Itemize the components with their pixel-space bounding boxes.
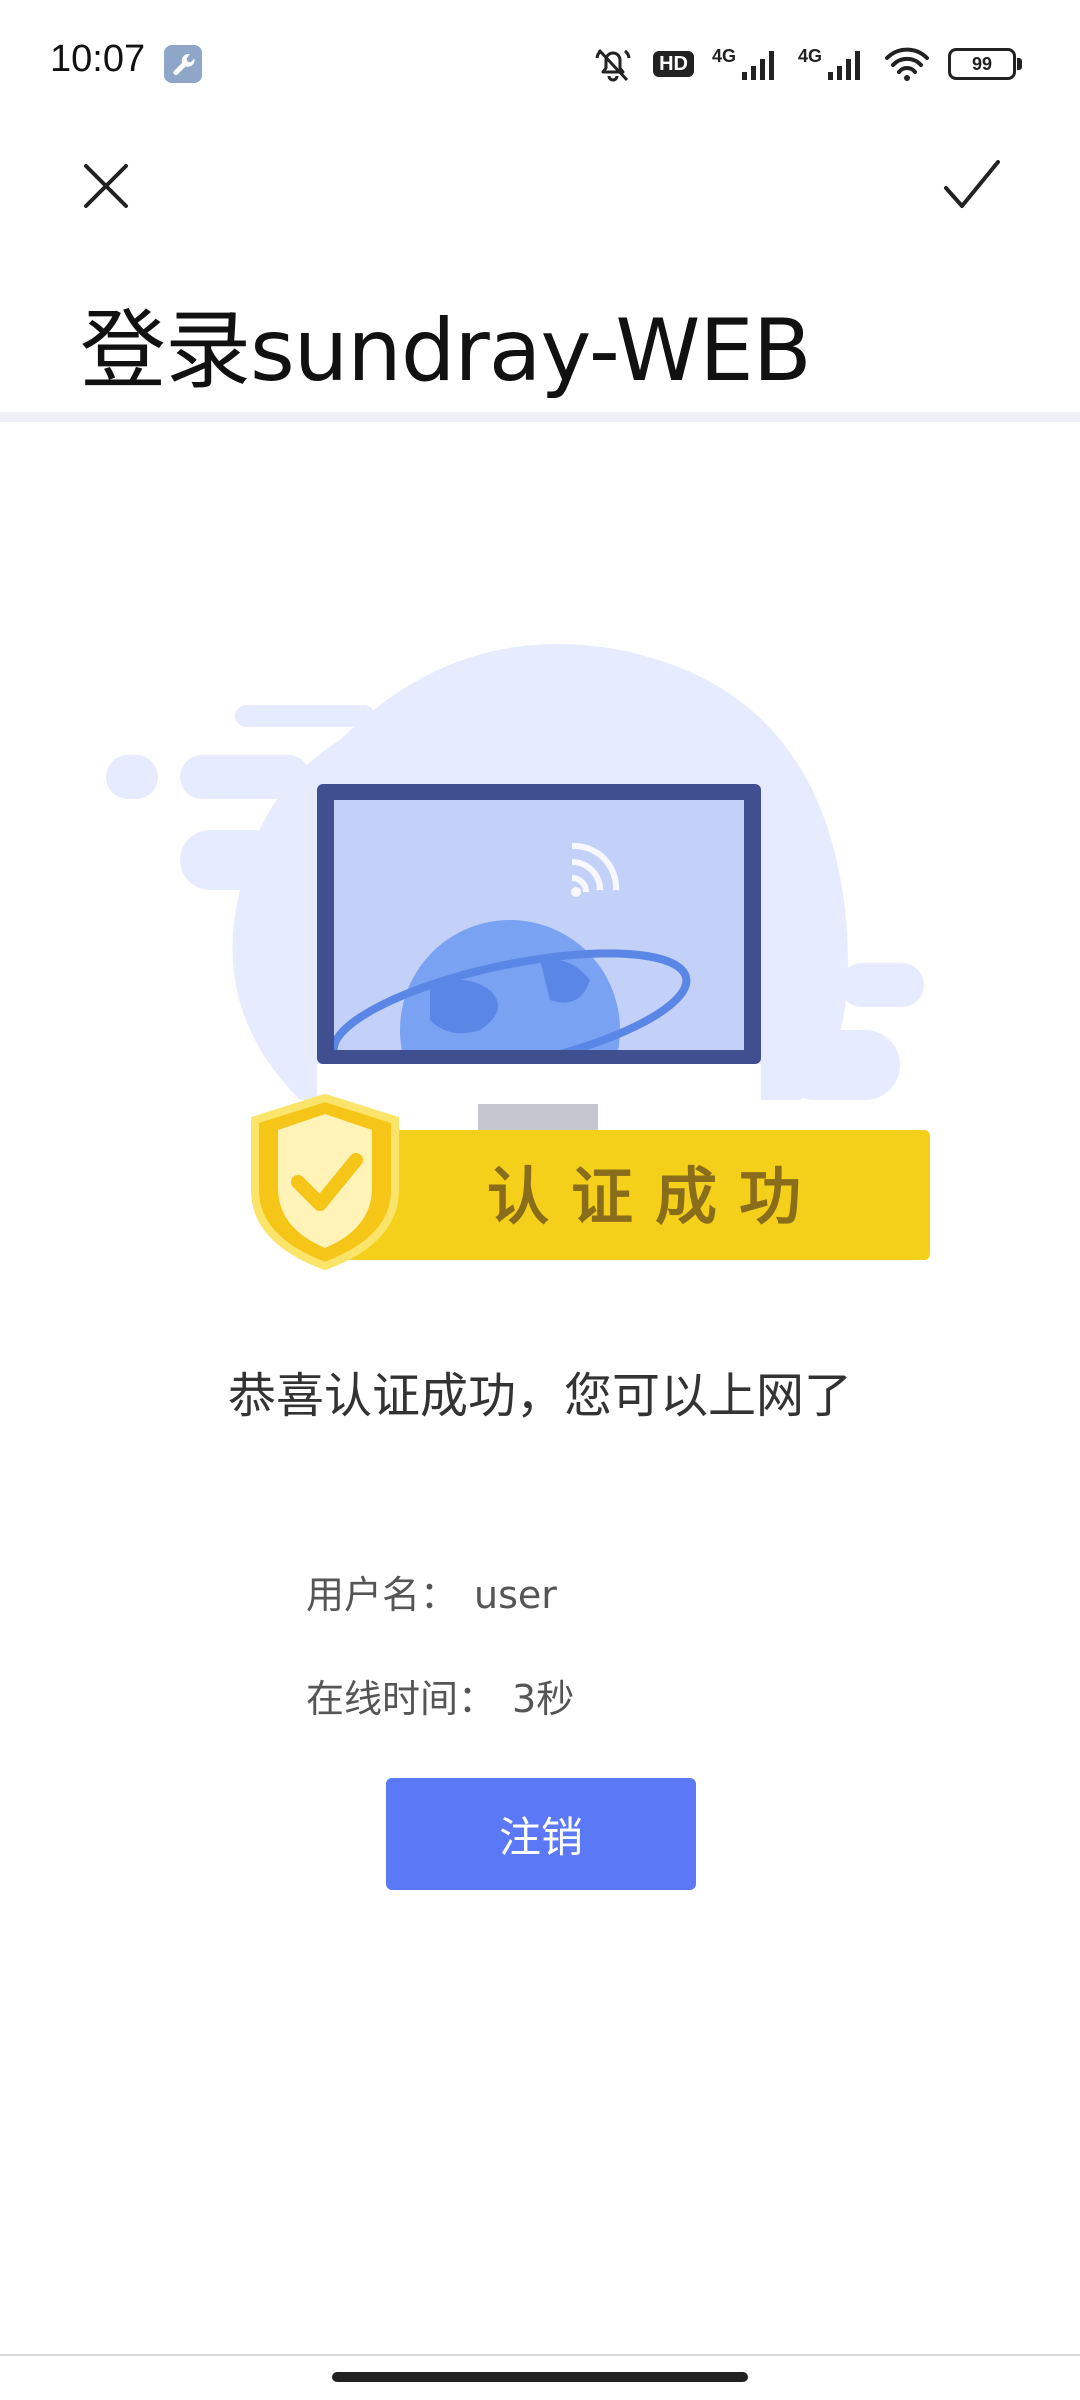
status-time: 10:07	[50, 38, 146, 80]
username-value: user	[474, 1573, 557, 1617]
page-title: 登录sundray-WEB	[80, 301, 812, 401]
monitor-stand	[478, 1100, 598, 1134]
close-button[interactable]	[70, 150, 142, 222]
hd-voice-badge: HD	[653, 51, 694, 77]
confirm-button[interactable]	[934, 148, 1010, 224]
title-divider	[0, 412, 1080, 422]
cloud-streak	[780, 1030, 900, 1100]
home-indicator[interactable]	[332, 2372, 748, 2382]
success-message: 恭喜认证成功，您可以上网了	[227, 1368, 852, 1424]
check-icon	[944, 160, 1000, 208]
cloud-streak	[180, 830, 300, 890]
logout-button[interactable]: 注销	[386, 1778, 696, 1890]
bottom-divider	[0, 2354, 1080, 2356]
signal-icon	[741, 51, 774, 80]
close-icon	[84, 164, 128, 208]
signal-icon-2	[828, 51, 860, 80]
wifi-icon	[885, 47, 929, 81]
cloud-streak	[106, 755, 158, 799]
online-time-label: 在线时间：	[306, 1677, 497, 1721]
status-bar: 10:07 HD 4G 4G 99	[0, 0, 1080, 126]
auth-success-illustration: 认证成功	[106, 644, 930, 1270]
network-type-2: 4G	[797, 45, 822, 66]
cloud-streak	[235, 705, 375, 727]
cloud-streak	[760, 963, 828, 1007]
online-time-row: 在线时间： 3秒	[306, 1668, 574, 1723]
battery-indicator: 99	[948, 48, 1022, 80]
status-icons: HD 4G 4G 99	[591, 40, 1022, 88]
username-label: 用户名：	[306, 1573, 459, 1617]
monitor-chin	[317, 1064, 761, 1104]
banner-text: 认证成功	[487, 1160, 823, 1233]
network-type-1: 4G	[711, 45, 736, 66]
mute-bell-icon	[595, 48, 631, 82]
username-row: 用户名： user	[306, 1564, 557, 1619]
wrench-icon	[164, 45, 202, 83]
online-time-value: 3秒	[512, 1677, 575, 1721]
cloud-streak	[180, 755, 310, 799]
cloud-streak	[840, 963, 924, 1007]
